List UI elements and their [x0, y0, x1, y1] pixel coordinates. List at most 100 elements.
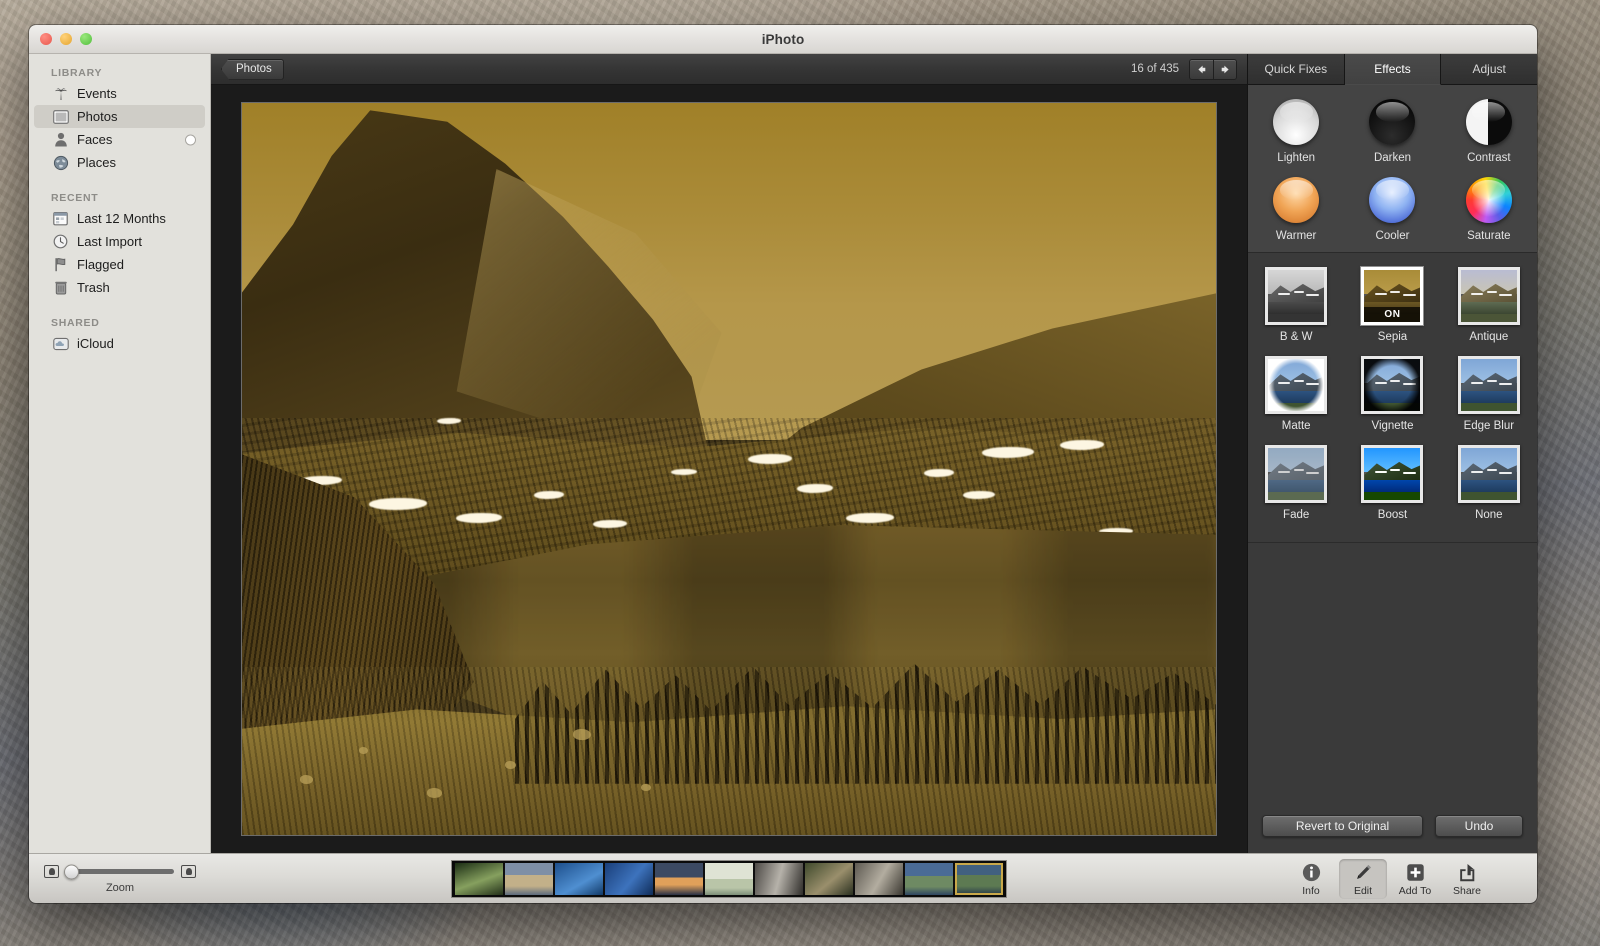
next-photo-button[interactable] — [1213, 58, 1237, 80]
filmstrip-item[interactable] — [855, 862, 903, 895]
filmstrip-item[interactable] — [655, 862, 703, 895]
preset-fade[interactable]: Fade — [1248, 445, 1344, 521]
photo-counter: 16 of 435 — [1131, 63, 1179, 75]
effect-label: Darken — [1373, 152, 1412, 164]
tab-quick-fixes[interactable]: Quick Fixes — [1248, 54, 1345, 85]
tool-label: Share — [1452, 884, 1482, 897]
effect-cooler[interactable]: Cooler — [1344, 177, 1440, 242]
filmstrip-item-selected[interactable] — [955, 862, 1003, 895]
preset-vignette[interactable]: Vignette — [1344, 356, 1440, 432]
preset-on-badge: ON — [1364, 307, 1421, 322]
share-icon — [1458, 862, 1477, 884]
preset-effects-section: B & W ON Sepia Antique Matte Vignette Ed… — [1248, 253, 1537, 543]
photo-canvas — [211, 85, 1247, 853]
back-to-photos-button[interactable]: Photos — [221, 58, 284, 80]
preset-thumbnail — [1361, 356, 1424, 414]
filmstrip[interactable] — [451, 859, 1007, 898]
filmstrip-item[interactable] — [505, 862, 553, 895]
effect-saturate[interactable]: Saturate — [1441, 177, 1537, 242]
effect-label: Lighten — [1277, 152, 1316, 164]
preset-row-1: B & W ON Sepia Antique — [1248, 266, 1537, 356]
sidebar-item-flagged[interactable]: Flagged — [34, 253, 205, 276]
preset-thumbnail — [1457, 267, 1520, 325]
effect-lighten[interactable]: Lighten — [1248, 99, 1344, 164]
effect-label: Contrast — [1467, 152, 1511, 164]
large-photo-icon — [181, 865, 196, 878]
filmstrip-item[interactable] — [605, 862, 653, 895]
effect-darken[interactable]: Darken — [1344, 99, 1440, 164]
sidebar-item-events[interactable]: Events — [34, 82, 205, 105]
preset-label: Vignette — [1371, 420, 1414, 432]
filmstrip-item[interactable] — [905, 862, 953, 895]
quick-effects-row-2: Warmer Cooler Saturate — [1248, 177, 1537, 242]
plus-icon — [1406, 862, 1425, 884]
preset-edge-blur[interactable]: Edge Blur — [1441, 356, 1537, 432]
preset-boost[interactable]: Boost — [1344, 445, 1440, 521]
preset-label: B & W — [1279, 331, 1313, 343]
preset-sepia[interactable]: ON Sepia — [1344, 266, 1440, 343]
arrow-left-icon — [1198, 65, 1206, 73]
filmstrip-item[interactable] — [455, 862, 503, 895]
saturate-orb-icon — [1465, 177, 1512, 223]
sidebar-section-shared: SHARED — [51, 317, 100, 329]
sidebar-item-label: Trash — [77, 280, 110, 295]
trash-icon — [52, 280, 69, 296]
arrow-right-icon — [1221, 65, 1229, 73]
preset-thumbnail — [1361, 445, 1424, 503]
quick-effects-row-1: Lighten Darken Contrast — [1248, 99, 1537, 164]
edit-actions: Revert to Original Undo — [1248, 815, 1537, 853]
add-to-button[interactable]: Add To — [1391, 859, 1439, 899]
preset-antique[interactable]: Antique — [1441, 267, 1537, 343]
globe-icon — [52, 155, 69, 171]
contrast-orb-icon — [1465, 99, 1512, 145]
edit-tool-buttons: Info Edit Add To Share — [1247, 858, 1537, 899]
preset-thumbnail: ON — [1360, 266, 1425, 326]
filmstrip-item[interactable] — [755, 862, 803, 895]
toolbar-right-group: 16 of 435 — [1131, 58, 1237, 80]
edit-button[interactable]: Edit — [1339, 858, 1387, 899]
sidebar-item-last-12-months[interactable]: Last 12 Months — [34, 207, 205, 230]
effect-contrast[interactable]: Contrast — [1441, 99, 1537, 164]
sidebar-item-faces[interactable]: Faces — [34, 128, 205, 151]
sidebar-item-photos[interactable]: Photos — [34, 105, 205, 128]
photo-toolbar: Photos 16 of 435 — [211, 54, 1247, 85]
preset-label: Edge Blur — [1463, 420, 1515, 432]
preset-none[interactable]: None — [1441, 445, 1537, 521]
previous-photo-button[interactable] — [1189, 58, 1213, 80]
info-button[interactable]: Info — [1287, 859, 1335, 899]
revert-to-original-button[interactable]: Revert to Original — [1262, 815, 1423, 837]
faces-status-indicator — [185, 134, 196, 145]
sidebar-item-label: Last Import — [77, 234, 143, 249]
palm-tree-icon — [52, 86, 69, 102]
tab-effects[interactable]: Effects — [1344, 54, 1442, 85]
preset-thumbnail — [1265, 356, 1328, 414]
effect-warmer[interactable]: Warmer — [1248, 177, 1344, 242]
share-button[interactable]: Share — [1443, 859, 1491, 899]
iphoto-window: iPhoto LIBRARY Events Photos Faces Place… — [29, 25, 1537, 903]
sidebar-item-places[interactable]: Places — [34, 151, 205, 174]
effect-label: Saturate — [1467, 230, 1511, 242]
main-photo[interactable] — [241, 102, 1217, 836]
filmstrip-item[interactable] — [555, 862, 603, 895]
zoom-control: Zoom — [29, 863, 211, 894]
preset-label: Fade — [1283, 509, 1310, 521]
zoom-slider-handle[interactable] — [64, 864, 79, 879]
sidebar-section-library: LIBRARY — [51, 67, 103, 79]
tab-adjust[interactable]: Adjust — [1441, 54, 1537, 85]
sidebar-item-label: iCloud — [77, 336, 114, 351]
edit-panel: Quick Fixes Effects Adjust Lighten Darke… — [1247, 54, 1537, 853]
sidebar-item-last-import[interactable]: Last Import — [34, 230, 205, 253]
preset-thumbnail — [1457, 445, 1520, 503]
preset-label: Sepia — [1377, 331, 1408, 343]
filmstrip-item[interactable] — [705, 862, 753, 895]
preset-matte[interactable]: Matte — [1248, 356, 1344, 432]
photo-render — [242, 103, 1216, 835]
preset-bw[interactable]: B & W — [1248, 267, 1344, 343]
sidebar-item-trash[interactable]: Trash — [34, 276, 205, 299]
undo-button[interactable]: Undo — [1435, 815, 1523, 837]
filmstrip-item[interactable] — [805, 862, 853, 895]
zoom-slider[interactable] — [64, 864, 174, 879]
sidebar-item-icloud[interactable]: iCloud — [34, 332, 205, 355]
preset-row-2: Matte Vignette Edge Blur — [1248, 356, 1537, 445]
